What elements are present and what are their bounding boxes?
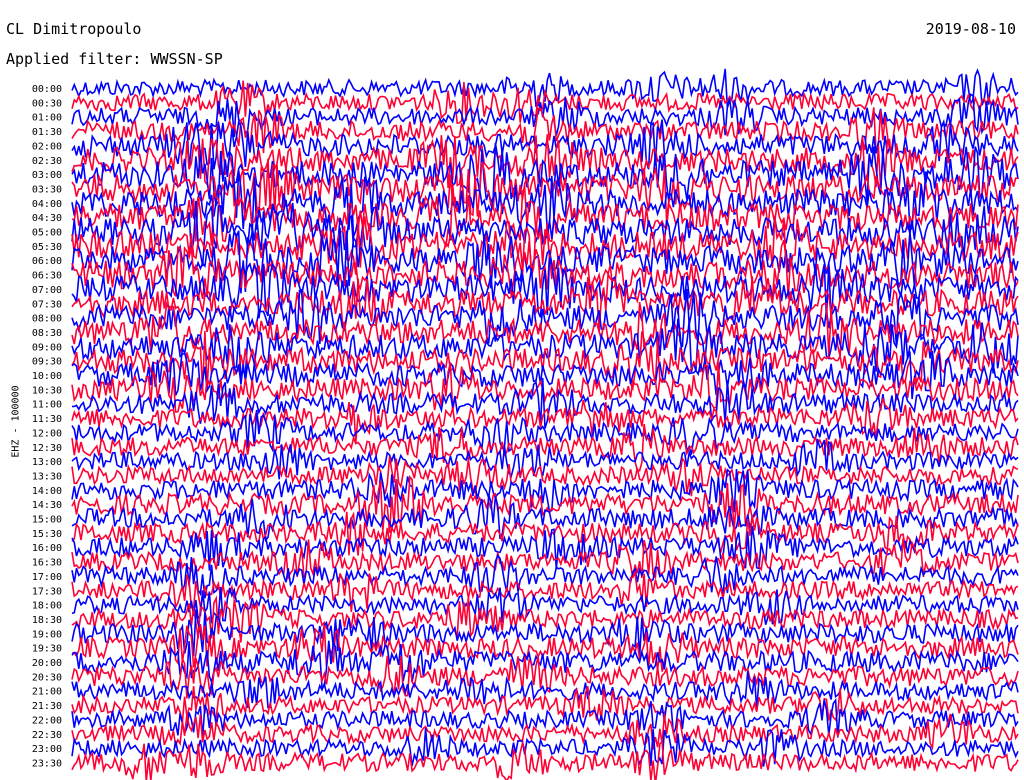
time-tick-label: 04:30 [32,213,62,224]
time-tick-label: 21:00 [32,687,62,698]
time-tick-label: 08:00 [32,314,62,325]
time-tick-label: 17:30 [32,586,62,597]
time-tick-label: 10:00 [32,371,62,382]
time-tick-label: 12:00 [32,428,62,439]
time-tick-label: 16:30 [32,558,62,569]
time-tick-label: 17:00 [32,572,62,583]
time-tick-label: 05:30 [32,242,62,253]
time-tick-label: 14:30 [32,500,62,511]
time-tick-label: 19:00 [32,629,62,640]
time-tick-label: 16:00 [32,543,62,554]
time-tick-label: 18:30 [32,615,62,626]
time-tick-label: 15:30 [32,529,62,540]
time-tick-label: 06:30 [32,271,62,282]
time-tick-label: 14:00 [32,486,62,497]
time-tick-label: 01:30 [32,127,62,138]
time-tick-label: 06:00 [32,256,62,267]
time-tick-label: 05:00 [32,228,62,239]
time-tick-label: 20:30 [32,672,62,683]
time-tick-label: 01:00 [32,113,62,124]
time-tick-label: 07:00 [32,285,62,296]
time-tick-label: 18:00 [32,601,62,612]
time-tick-label: 04:00 [32,199,62,210]
trace-line [71,377,1019,429]
time-tick-label: 20:00 [32,658,62,669]
time-tick-label: 11:00 [32,400,62,411]
time-tick-label: 09:30 [32,357,62,368]
time-tick-label: 02:30 [32,156,62,167]
time-tick-label: 08:30 [32,328,62,339]
time-tick-label: 03:00 [32,170,62,181]
time-tick-label: 22:00 [32,715,62,726]
time-tick-label: 07:30 [32,299,62,310]
time-tick-label: 23:00 [32,744,62,755]
trace-line [71,525,1019,571]
time-tick-label: 23:30 [32,758,62,769]
time-tick-label: 19:30 [32,644,62,655]
time-tick-label: 13:00 [32,457,62,468]
time-tick-label: 15:00 [32,515,62,526]
time-tick-label: 02:00 [32,141,62,152]
trace-line [71,538,1019,581]
time-tick-label: 22:30 [32,730,62,741]
time-tick-label: 12:30 [32,443,62,454]
time-tick-label: 00:00 [32,84,62,95]
time-tick-label: 11:30 [32,414,62,425]
seismogram-plot: 00:00 00:30 01:00 01:30 02:00 02:30 03:00 03:30… [32,68,1019,780]
time-tick-label: 13:30 [32,471,62,482]
time-tick-label: 10:30 [32,385,62,396]
time-tick-label: 03:30 [32,184,62,195]
time-tick-label: 21:30 [32,701,62,712]
time-tick-label: 00:30 [32,98,62,109]
time-tick-label: 09:00 [32,342,62,353]
